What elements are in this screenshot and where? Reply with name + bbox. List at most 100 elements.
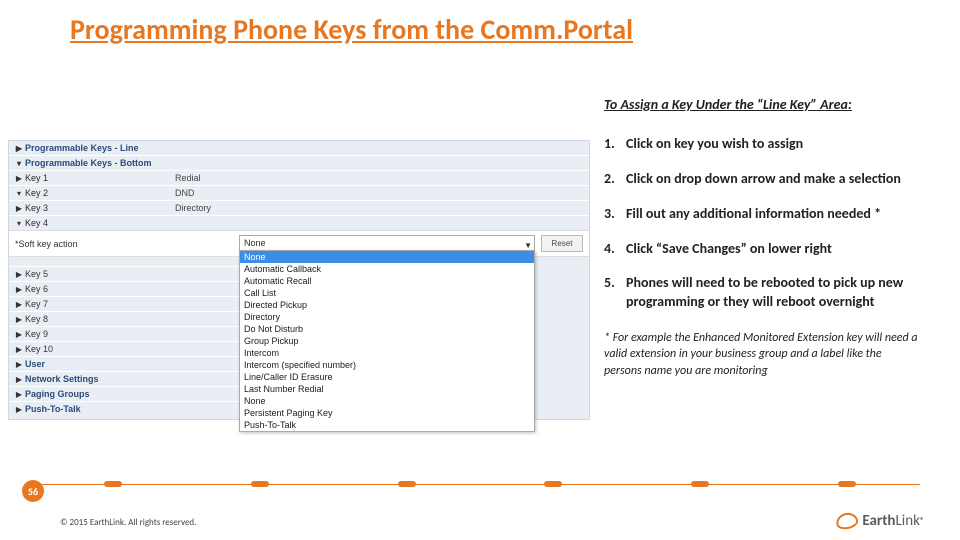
expand-icon: ▶ [15, 375, 23, 384]
dropdown-option[interactable]: Directed Pickup [240, 299, 534, 311]
brand-word: Earth [862, 512, 895, 530]
expand-icon: ▶ [15, 360, 23, 369]
section-row[interactable]: ▶User [9, 356, 243, 371]
expand-icon: ▶ [15, 405, 23, 414]
group-bottom[interactable]: ▾ Programmable Keys - Bottom [9, 155, 589, 170]
earthlink-icon [836, 513, 858, 529]
brand-word: Link [895, 512, 919, 530]
dropdown-option[interactable]: None [240, 251, 534, 263]
instruction-step: 3.Fill out any additional information ne… [604, 205, 920, 224]
section-row[interactable]: ▶Network Settings [9, 371, 243, 386]
expand-icon: ▶ [15, 174, 23, 183]
dropdown-option[interactable]: Intercom (specified number) [240, 359, 534, 371]
key-label: Key 4 [25, 218, 175, 228]
step-text: Phones will need to be rebooted to pick … [626, 274, 920, 312]
divider-bead-icon [691, 481, 709, 487]
step-text: Click on key you wish to assign [626, 135, 920, 154]
dropdown-option[interactable]: Directory [240, 311, 534, 323]
key-value: Redial [175, 173, 583, 183]
divider-bead-icon [838, 481, 856, 487]
trademark-icon: ® [920, 516, 924, 526]
instruction-step: 1.Click on key you wish to assign [604, 135, 920, 154]
key-label: Key 1 [25, 173, 175, 183]
instruction-step: 2.Click on drop down arrow and make a se… [604, 170, 920, 189]
key-label: Key 2 [25, 188, 175, 198]
instruction-step: 4.Click “Save Changes” on lower right [604, 240, 920, 259]
expand-icon: ▶ [15, 390, 23, 399]
step-text: Click on drop down arrow and make a sele… [626, 170, 920, 189]
divider-bead-icon [544, 481, 562, 487]
key-label: Key 9 [25, 329, 165, 339]
key-value: DND [175, 188, 583, 198]
group-line[interactable]: ▶ Programmable Keys - Line [9, 141, 589, 155]
dropdown-option[interactable]: Push-To-Talk [240, 419, 534, 431]
dropdown-option[interactable]: Line/Caller ID Erasure [240, 371, 534, 383]
dropdown-option[interactable]: Group Pickup [240, 335, 534, 347]
softkey-selected-value: None [244, 238, 266, 248]
footer-divider [0, 474, 960, 494]
divider-bead-icon [251, 481, 269, 487]
key-row[interactable]: ▶Key 5 [9, 266, 243, 281]
key-row[interactable]: ▶Key 10 [9, 341, 243, 356]
instructions-heading: To Assign a Key Under the “Line Key” Are… [604, 96, 920, 115]
section-label: Paging Groups [25, 389, 165, 399]
brand-logo: EarthLink® [836, 512, 924, 530]
expand-icon: ▶ [15, 285, 23, 294]
divider-bead-icon [398, 481, 416, 487]
dropdown-option[interactable]: None [240, 395, 534, 407]
key-row[interactable]: ▶ Key 1 Redial [9, 170, 589, 185]
key-row[interactable]: ▶Key 9 [9, 326, 243, 341]
key-value: Directory [175, 203, 583, 213]
copyright-text: © 2015 EarthLink. All rights reserved. [60, 517, 196, 528]
collapse-icon: ▾ [15, 219, 23, 228]
section-label: Push-To-Talk [25, 404, 165, 414]
key-label: Key 5 [25, 269, 165, 279]
page-number-badge: 56 [22, 480, 44, 502]
dropdown-option[interactable]: Intercom [240, 347, 534, 359]
expand-icon: ▶ [15, 270, 23, 279]
dropdown-option[interactable]: Do Not Disturb [240, 323, 534, 335]
dropdown-option[interactable]: Persistent Push To Talk [240, 431, 534, 432]
reset-button[interactable]: Reset [541, 235, 583, 252]
key-label: Key 3 [25, 203, 175, 213]
section-label: Network Settings [25, 374, 165, 384]
section-row[interactable]: ▶Push-To-Talk [9, 401, 243, 416]
group-line-label: Programmable Keys - Line [25, 143, 139, 153]
collapse-icon: ▾ [15, 189, 23, 198]
key-label: Key 10 [25, 344, 165, 354]
slide-title: Programming Phone Keys from the Comm.Por… [70, 12, 633, 47]
softkey-row: *Soft key action None ▼ None Automatic C… [9, 230, 589, 257]
softkey-dropdown: None Automatic Callback Automatic Recall… [239, 250, 535, 432]
expand-icon: ▶ [15, 204, 23, 213]
instructions-footnote: * For example the Enhanced Monitored Ext… [604, 330, 920, 379]
section-label: User [25, 359, 165, 369]
dropdown-option[interactable]: Last Number Redial [240, 383, 534, 395]
section-row[interactable]: ▶Paging Groups [9, 386, 243, 401]
dropdown-option[interactable]: Automatic Callback [240, 263, 534, 275]
dropdown-option[interactable]: Persistent Paging Key [240, 407, 534, 419]
dropdown-option[interactable]: Automatic Recall [240, 275, 534, 287]
expand-icon: ▶ [15, 330, 23, 339]
key-row[interactable]: ▶Key 8 [9, 311, 243, 326]
step-text: Fill out any additional information need… [626, 205, 920, 224]
step-text: Click “Save Changes” on lower right [626, 240, 920, 259]
group-bottom-label: Programmable Keys - Bottom [25, 158, 152, 168]
key-label: Key 6 [25, 284, 165, 294]
expand-icon: ▶ [15, 300, 23, 309]
expand-icon: ▶ [15, 345, 23, 354]
portal-screenshot: ▶ Programmable Keys - Line ▾ Programmabl… [8, 140, 590, 420]
instructions-panel: To Assign a Key Under the “Line Key” Are… [604, 96, 920, 379]
collapse-icon: ▾ [15, 159, 23, 168]
key-row[interactable]: ▶ Key 3 Directory [9, 200, 589, 215]
divider-bead-icon [104, 481, 122, 487]
key-label: Key 8 [25, 314, 165, 324]
key-label: Key 7 [25, 299, 165, 309]
key-row[interactable]: ▾ Key 2 DND [9, 185, 589, 200]
key-row[interactable]: ▶Key 7 [9, 296, 243, 311]
softkey-label: *Soft key action [15, 239, 239, 249]
instruction-step: 5.Phones will need to be rebooted to pic… [604, 274, 920, 312]
key-row[interactable]: ▾ Key 4 [9, 215, 589, 230]
expand-icon: ▶ [15, 144, 23, 153]
key-row[interactable]: ▶Key 6 [9, 281, 243, 296]
dropdown-option[interactable]: Call List [240, 287, 534, 299]
